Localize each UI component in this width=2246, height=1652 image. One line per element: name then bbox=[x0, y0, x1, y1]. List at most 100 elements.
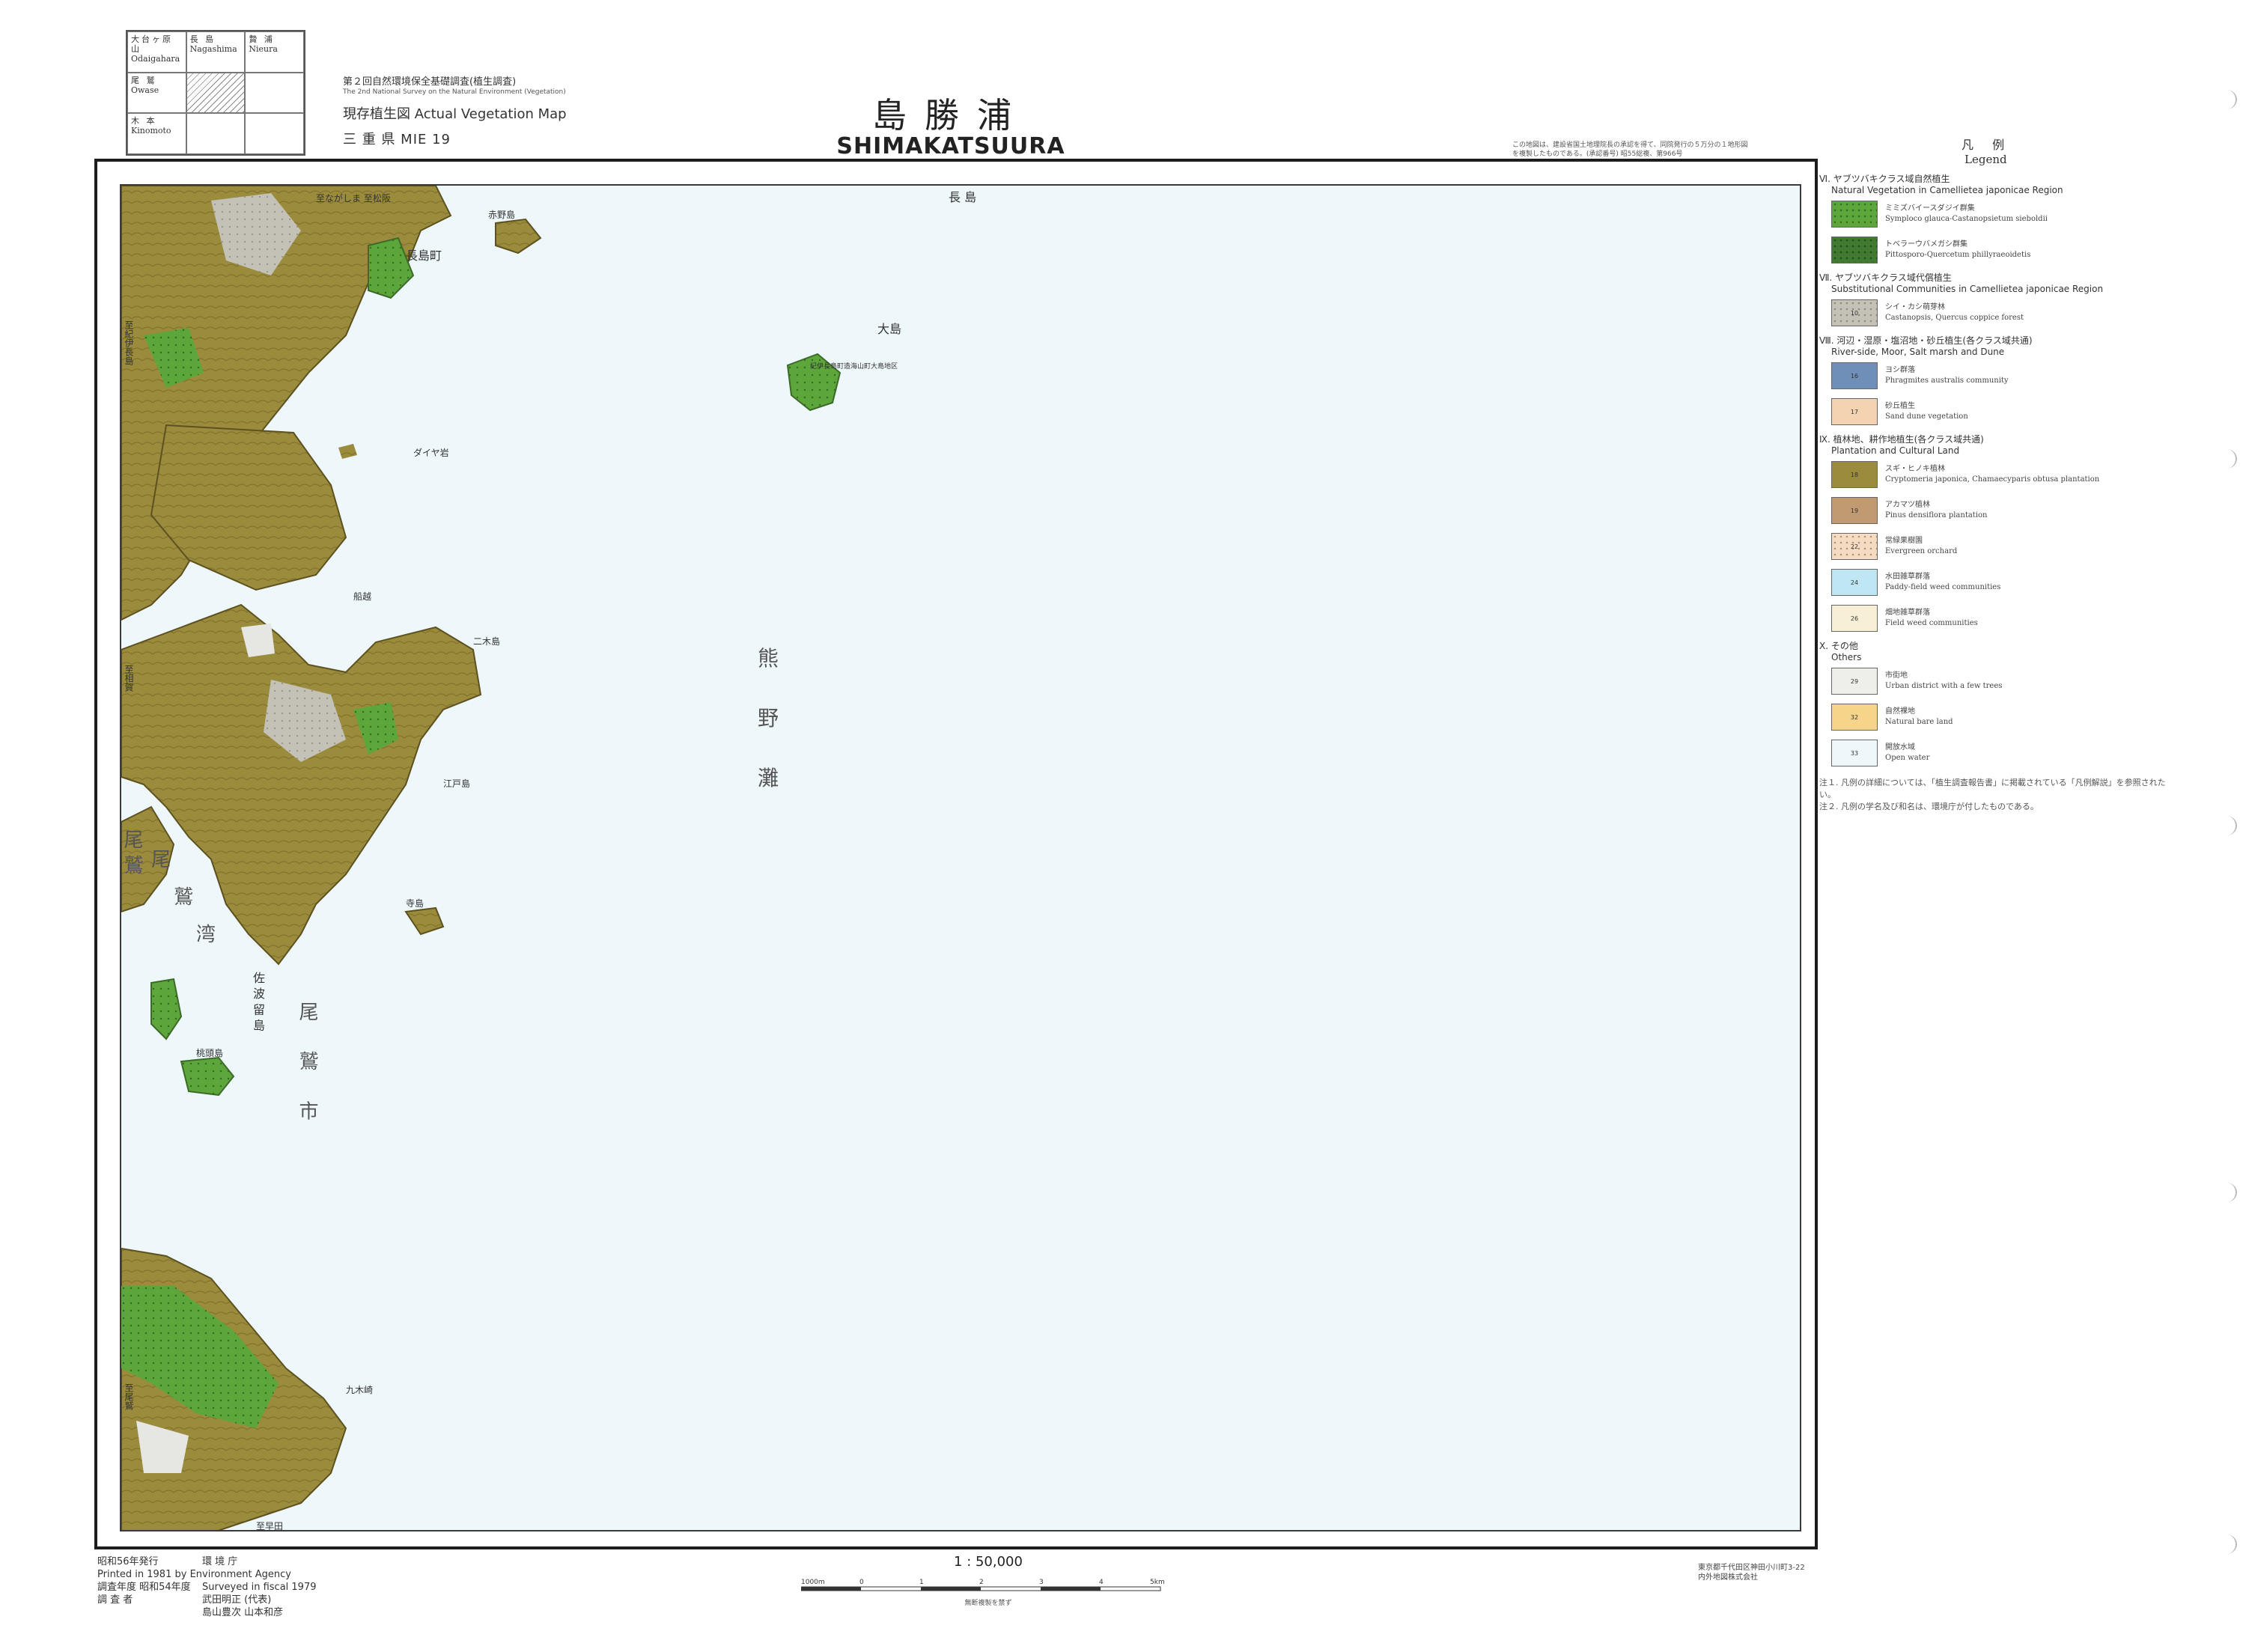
legend-swatch: 32 bbox=[1831, 704, 1878, 731]
bay-name-char: 尾 bbox=[151, 849, 171, 871]
legend-item-jp: 水田雑草群落 bbox=[1885, 573, 1930, 581]
legend-item: 19 アカマツ植林 Pinus densiflora plantation bbox=[1819, 493, 2171, 528]
legend-item: 24 水田雑草群落 Paddy-field weed communities bbox=[1819, 564, 2171, 600]
legend-heading-en: Legend bbox=[1965, 153, 2007, 166]
surveyors: 武田明正 (代表) bbox=[202, 1594, 272, 1606]
printer-block: 東京都千代田区神田小川町3-22 内外地図株式会社 bbox=[1698, 1563, 1805, 1582]
legend-note: 注２. 凡例の学名及び和名は、環境庁が付したものである。 bbox=[1819, 802, 2039, 811]
survey-heading: 第２回自然環境保全基礎調査(植生調査) bbox=[343, 76, 517, 88]
legend-group-title: Ⅵ. ヤブツバキクラス域自然植生 bbox=[1819, 174, 1950, 184]
legend-item: 17 砂丘植生 Sand dune vegetation bbox=[1819, 394, 2171, 430]
scale-tick: 2 bbox=[979, 1579, 984, 1586]
legend-item-en: Natural bare land bbox=[1885, 718, 1953, 726]
surveyed-year-en: Surveyed in fiscal 1979 bbox=[202, 1582, 317, 1593]
legend-item-en: Paddy-field weed communities bbox=[1885, 583, 2001, 591]
bay-name-char: 湾 bbox=[196, 924, 216, 946]
place-label-futatsu: 二木島 bbox=[473, 636, 501, 647]
legend-item-en: Pittosporo-Quercetum phillyraeoidetis bbox=[1885, 251, 2031, 259]
legend-note: 注１. 凡例の詳細については、「植生調査報告書」に掲載されている「凡例解説」を参… bbox=[1819, 778, 2166, 799]
index-cell: 贄 浦 Nieura bbox=[245, 31, 304, 73]
legend-swatch bbox=[1831, 237, 1878, 263]
island-label-oshima: 大島 bbox=[877, 322, 902, 336]
legend-item-jp: ミミズバイースダジイ群集 bbox=[1885, 204, 1975, 213]
scale-tick: 4 bbox=[1099, 1579, 1104, 1586]
legend: Ⅵ. ヤブツバキクラス域自然植生 Natural Vegetation in C… bbox=[1819, 174, 2171, 813]
legend-item-jp: ヨシ群落 bbox=[1885, 366, 1915, 374]
island-sasuri bbox=[150, 978, 183, 1040]
legend-group-subtitle: Substitutional Communities in Camelliete… bbox=[1831, 284, 2104, 294]
edge-label-left: 至紀伊長島 bbox=[124, 320, 134, 365]
legend-group-title: Ⅸ. 植林地、耕作地植生(各クラス域共通) bbox=[1819, 434, 1984, 445]
oshima-note: 紀伊長島町造海山町大島地区 bbox=[810, 363, 898, 371]
edge-label-left: 至相賀 bbox=[124, 665, 134, 692]
rock-label-daiya: ダイヤ岩 bbox=[413, 448, 449, 458]
legend-item: 10 シイ・カシ萌芽林 Castanopsis, Quercus coppice … bbox=[1819, 295, 2171, 331]
legend-item: トベラーウバメガシ群集 Pittosporo-Quercetum phillyra… bbox=[1819, 232, 2171, 268]
sheet-name-top: 長 島 bbox=[949, 190, 977, 204]
island-akano bbox=[495, 218, 542, 254]
town-label-nagashima: 長島町 bbox=[406, 249, 442, 263]
legend-item: ミミズバイースダジイ群集 Symploco glauca-Castanopsiet… bbox=[1819, 196, 2171, 232]
binder-hole-mark bbox=[2216, 816, 2237, 835]
surveyors-label: 調 査 者 bbox=[97, 1594, 133, 1606]
publisher-name: 環 境 庁 bbox=[202, 1556, 238, 1567]
binder-hole-mark bbox=[2216, 90, 2237, 109]
legend-group-subtitle: Natural Vegetation in Camellietea japoni… bbox=[1831, 185, 2063, 195]
legend-item-jp: 常緑果樹園 bbox=[1885, 537, 1923, 545]
legend-item: 18 スギ・ヒノキ植林 Cryptomeria japonica, Chamaec… bbox=[1819, 457, 2171, 493]
island-label-tera: 寺島 bbox=[406, 898, 424, 909]
printer-address: 東京都千代田区神田小川町3-22 bbox=[1698, 1564, 1805, 1572]
legend-swatch: 17 bbox=[1831, 398, 1878, 425]
scale-tick: 1 bbox=[919, 1579, 924, 1586]
legend-group: Ⅷ. 河辺・湿原・塩沼地・砂丘植生(各クラス域共通) River-side, M… bbox=[1819, 335, 2171, 430]
legend-group: Ⅸ. 植林地、耕作地植生(各クラス域共通) Plantation and Cul… bbox=[1819, 434, 2171, 636]
legend-item-en: Cryptomeria japonica, Chamaecyparis obtu… bbox=[1885, 475, 2100, 484]
copyright-notice: 無断複製を禁ず bbox=[964, 1600, 1012, 1607]
adjacent-sheet-index: 大台ヶ原山 Odaigahara 長 島 Nagashima 贄 浦 Nieura 尾… bbox=[126, 30, 305, 156]
island-label-momotori: 桃頭島 bbox=[196, 1048, 224, 1058]
island-label-akano: 赤野島 bbox=[488, 210, 516, 220]
legend-swatch: 16 bbox=[1831, 362, 1878, 389]
printer-name: 内外地図株式会社 bbox=[1698, 1573, 1758, 1582]
index-cell: 尾 鷲 Owase bbox=[127, 72, 186, 114]
island-daiya bbox=[338, 444, 357, 459]
legend-item-jp: 砂丘植生 bbox=[1885, 402, 1915, 410]
legend-item-en: Phragmites australis community bbox=[1885, 377, 2009, 385]
legend-item-jp: シイ・カシ萌芽林 bbox=[1885, 303, 1945, 311]
edge-label-bottom: 至早田 bbox=[256, 1521, 284, 1531]
index-cell bbox=[245, 113, 304, 154]
binder-hole-mark bbox=[2216, 1183, 2237, 1202]
legend-group-subtitle: Others bbox=[1831, 652, 1862, 662]
legend-heading-jp: 凡 例 bbox=[1962, 138, 2012, 152]
legend-item-en: Field weed communities bbox=[1885, 619, 1978, 627]
city-label-owase: 尾 鷲 市 bbox=[296, 1002, 318, 1133]
scale-tick: 3 bbox=[1039, 1579, 1044, 1586]
legend-group: Ⅶ. ヤブツバキクラス域代償植生 Substitutional Communit… bbox=[1819, 272, 2171, 331]
island-momotori bbox=[180, 1056, 235, 1097]
legend-notes: 注１. 凡例の詳細については、「植生調査報告書」に掲載されている「凡例解説」を参… bbox=[1819, 777, 2171, 813]
legend-group: Ⅵ. ヤブツバキクラス域自然植生 Natural Vegetation in C… bbox=[1819, 174, 2171, 268]
legend-item: 22 常緑果樹園 Evergreen orchard bbox=[1819, 528, 2171, 564]
index-cell: 大台ヶ原山 Odaigahara bbox=[127, 31, 186, 73]
legend-item: 26 畑地雑草群落 Field weed communities bbox=[1819, 600, 2171, 636]
legend-swatch: 18 bbox=[1831, 461, 1878, 488]
place-label-funatsu: 船越 bbox=[353, 591, 372, 602]
binder-hole-mark bbox=[2216, 1534, 2237, 1554]
edge-label-left: 至尾鷲 bbox=[124, 1383, 134, 1410]
legend-item-en: Urban district with a few trees bbox=[1885, 682, 2003, 690]
legend-item-en: Symploco glauca-Castanopsietum sieboldii bbox=[1885, 215, 2048, 223]
legend-item-en: Castanopsis, Quercus coppice forest bbox=[1885, 314, 2024, 322]
binder-hole-mark bbox=[2216, 449, 2237, 469]
legend-group-subtitle: Plantation and Cultural Land bbox=[1831, 445, 1960, 456]
legend-item: 29 市街地 Urban district with a few trees bbox=[1819, 663, 2171, 699]
survey-subheading: The 2nd National Survey on the Natural E… bbox=[343, 88, 566, 96]
scale-tick: 1000m bbox=[801, 1579, 825, 1586]
copyright-note: この地図は、建設省国土地理院長の承認を得て、同院発行の５万分の１地形図を複製した… bbox=[1512, 141, 1748, 158]
published-year: 昭和56年発行 bbox=[97, 1556, 159, 1567]
series-title: 現存植生図 Actual Vegetation Map bbox=[343, 106, 567, 122]
vegetation-map[interactable]: 長 島 至ながしま 至松阪 長島町 赤野島 大島 紀伊長島町造海山町大島地区 ダ… bbox=[120, 184, 1801, 1531]
index-cell bbox=[186, 113, 246, 154]
index-cell-current-sheet bbox=[186, 72, 246, 114]
legend-item-en: Open water bbox=[1885, 754, 1930, 762]
publisher-block: 昭和56年発行 環 境 庁 Printed in 1981 by Environm… bbox=[97, 1555, 317, 1619]
